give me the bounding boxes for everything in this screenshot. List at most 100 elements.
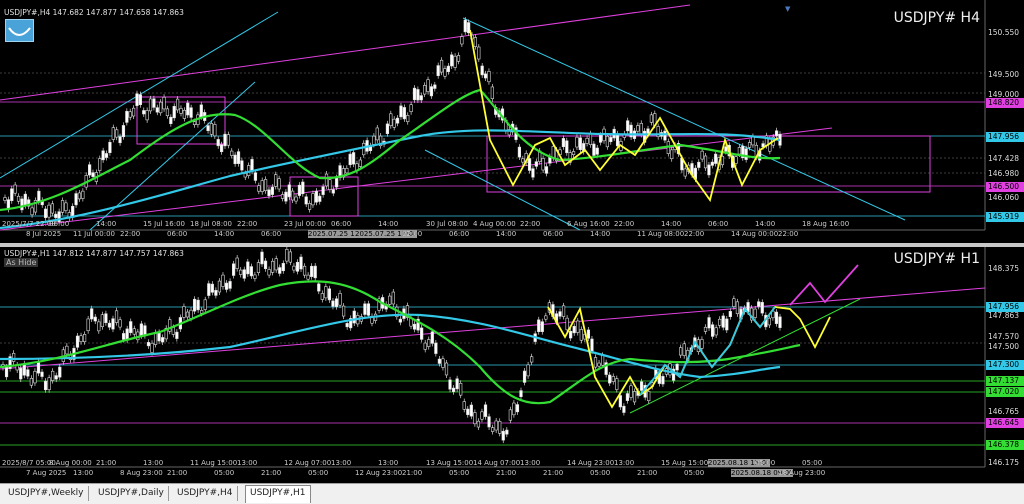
candle [395, 117, 400, 124]
candle [203, 299, 207, 310]
candle [593, 357, 598, 368]
price-label: 150.550 [988, 28, 1020, 37]
candle [735, 301, 740, 315]
candle [487, 416, 491, 428]
candle [725, 318, 729, 331]
candle [480, 411, 484, 420]
candle [586, 329, 591, 339]
candle [200, 310, 204, 314]
indicator-logo-icon[interactable] [5, 19, 34, 42]
candle [104, 313, 108, 324]
candle [328, 179, 332, 190]
candle [632, 391, 637, 403]
candle [285, 249, 289, 262]
candle [221, 274, 225, 287]
price-label: 146.980 [988, 169, 1020, 178]
candle [522, 370, 527, 383]
candle [592, 143, 596, 156]
candle [609, 137, 613, 143]
time-label: 18 Aug 16:00 [802, 220, 850, 228]
candle [462, 401, 466, 410]
tab-h4[interactable]: USDJPY#,H4 [173, 486, 238, 501]
candle [406, 115, 410, 123]
candle [249, 266, 253, 277]
candle [226, 134, 230, 146]
candle [675, 363, 679, 371]
candle [121, 125, 126, 138]
time-label: 06:00 [49, 220, 70, 228]
candle [74, 193, 78, 206]
time-label: 14:00 [755, 220, 776, 228]
chart-pane-h1[interactable]: USDJPY#,H1 147.812 147.877 147.757 147.8… [0, 247, 1024, 483]
price-label: 146.060 [988, 193, 1020, 202]
candle [757, 301, 761, 307]
candle [700, 339, 704, 349]
candle [569, 330, 573, 339]
candle [321, 186, 325, 195]
time-label: 05:00 [755, 459, 776, 467]
tab-daily[interactable]: USDJPY#,Daily [94, 486, 169, 501]
candle [253, 274, 257, 279]
candle [301, 181, 305, 195]
candle [271, 260, 275, 273]
candle [16, 195, 21, 202]
candle [448, 379, 452, 390]
h1-chart-canvas[interactable] [0, 247, 1024, 483]
candle [171, 327, 175, 335]
candle [540, 321, 544, 332]
candle [541, 158, 545, 171]
time-label: 8 Jul 2025 [26, 230, 62, 238]
candle [223, 133, 227, 147]
candle [260, 251, 264, 265]
tab-weekly[interactable]: USDJPY#,Weekly [4, 486, 89, 501]
candle [114, 310, 119, 323]
candle [565, 317, 569, 331]
candle [626, 120, 630, 132]
candle [152, 98, 156, 108]
price-label: 148.820 [986, 98, 1024, 108]
candle [519, 390, 523, 398]
candle [148, 98, 153, 112]
h1-ohlc-readout: USDJPY#,H1 147.812 147.877 147.757 147.8… [4, 249, 184, 258]
candle [179, 108, 183, 114]
candle [138, 94, 142, 105]
candle [728, 311, 732, 317]
price-label: 149.500 [988, 70, 1020, 79]
h4-chart-canvas[interactable] [0, 0, 1024, 243]
candle [441, 358, 445, 368]
candle [416, 89, 420, 101]
time-label: 21:00 [167, 469, 188, 477]
time-label: 14:00 [590, 230, 611, 238]
candle [47, 204, 51, 218]
candle [12, 352, 16, 362]
candle [331, 189, 335, 194]
candle [256, 262, 261, 273]
candle [242, 269, 246, 279]
candle [768, 139, 772, 152]
time-label: 21:00 [96, 459, 117, 467]
candle [551, 146, 555, 159]
chart-pane-h4[interactable]: USDJPY#,H4 147.682 147.877 147.658 147.8… [0, 0, 1024, 243]
candle [605, 135, 610, 148]
candle [111, 127, 115, 140]
ai-hide-button[interactable]: As Hide [4, 258, 39, 267]
candle [345, 168, 349, 174]
candle [576, 320, 580, 333]
candle [703, 155, 708, 169]
candle [83, 334, 87, 343]
candle [295, 261, 300, 272]
candle [199, 104, 203, 118]
candle [565, 140, 569, 154]
tab-h1[interactable]: USDJPY#,H1 [245, 485, 311, 503]
candle [65, 345, 69, 355]
candle [476, 420, 481, 428]
candle [625, 393, 630, 401]
chart-tab-bar: USDJPY#,Weekly USDJPY#,Daily USDJPY#,H4 … [0, 483, 1024, 504]
candle [718, 318, 722, 326]
candle [236, 151, 241, 164]
time-label: 21:00 [543, 469, 564, 477]
candle [483, 73, 488, 79]
candle [420, 327, 424, 340]
candle [487, 71, 491, 83]
candle [297, 184, 302, 196]
